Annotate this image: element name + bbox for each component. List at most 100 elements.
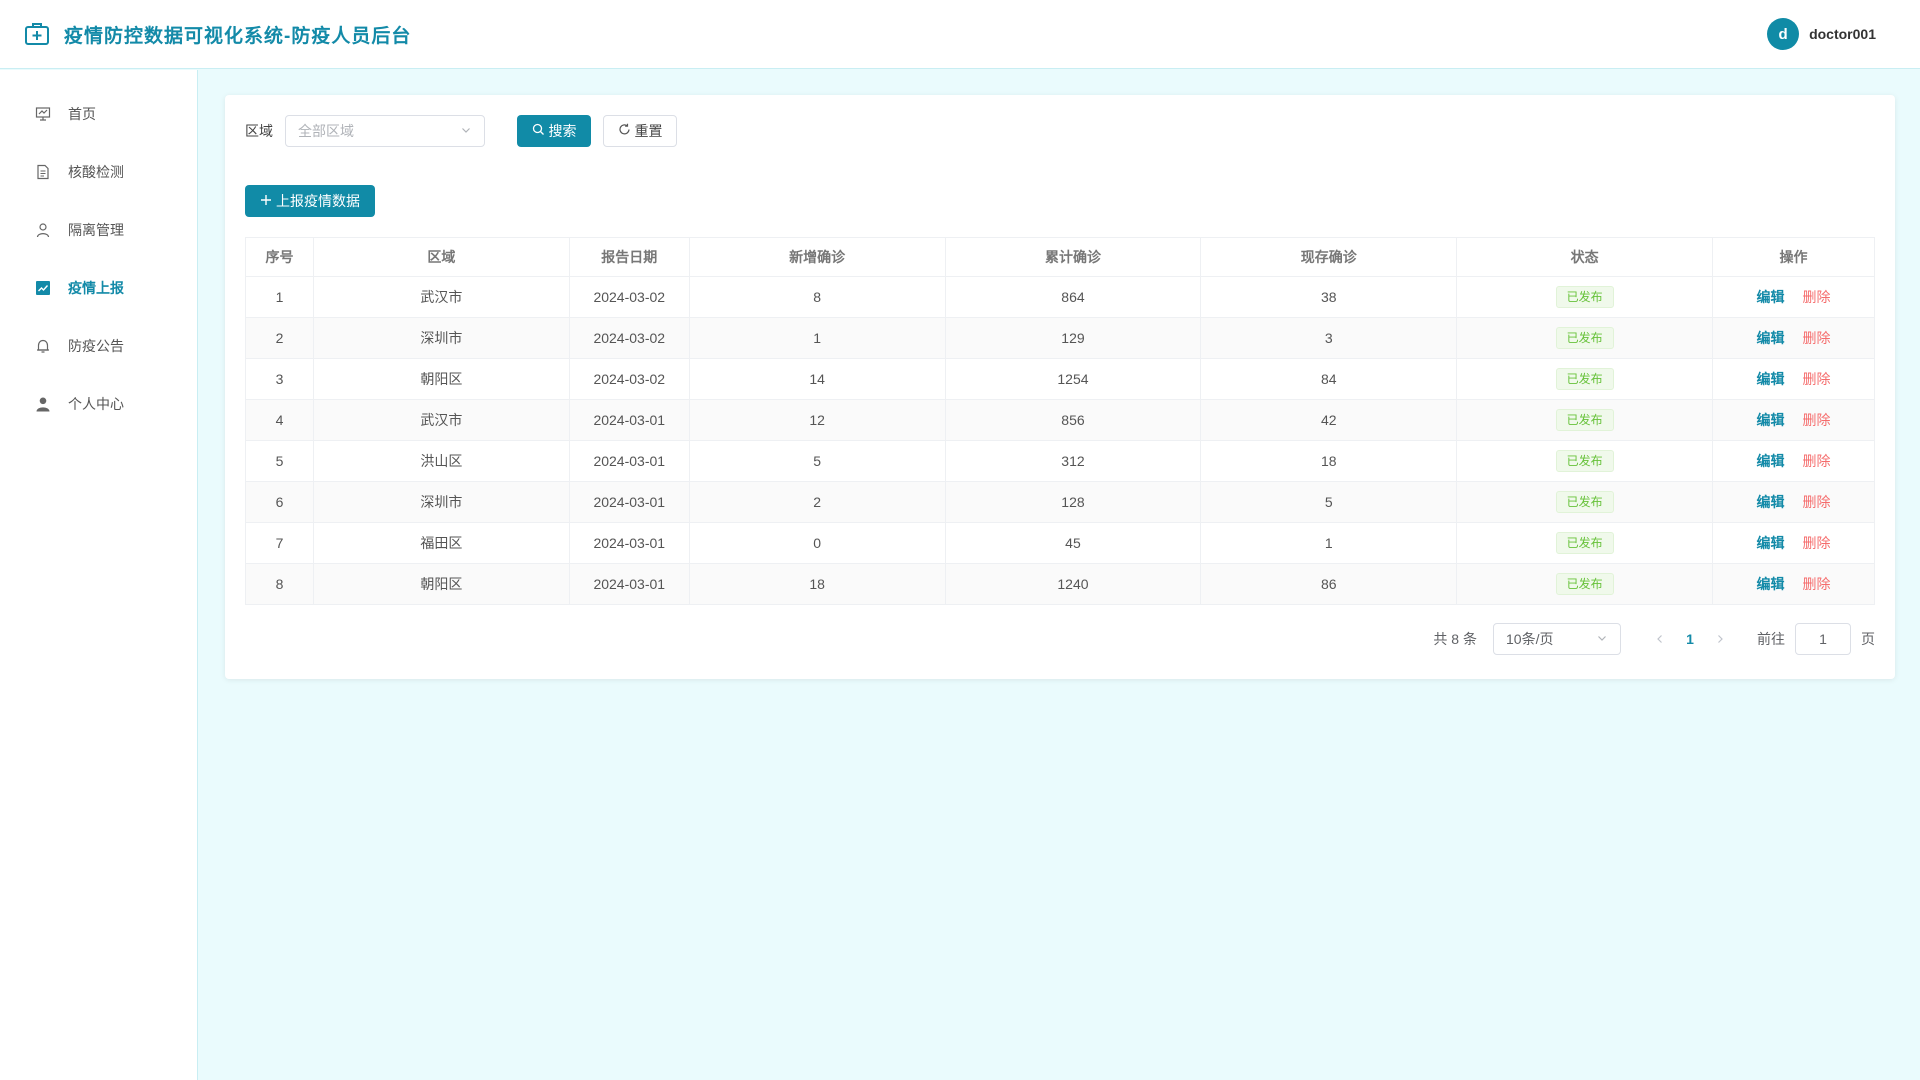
delete-button[interactable]: 删除	[1803, 412, 1831, 428]
pagination-total: 共 8 条	[1433, 631, 1477, 647]
goto-page-input[interactable]	[1795, 623, 1851, 655]
status-badge: 已发布	[1555, 286, 1614, 308]
delete-button[interactable]: 删除	[1803, 289, 1831, 305]
cell-date: 2024-03-01	[568, 563, 690, 605]
refresh-icon	[618, 123, 631, 139]
cell-index: 2	[245, 317, 314, 359]
cell-date: 2024-03-02	[568, 317, 690, 359]
username[interactable]: doctor001	[1809, 26, 1876, 42]
cell-total-cases: 128	[944, 481, 1202, 523]
sidebar-item-quarantine[interactable]: 隔离管理	[0, 201, 197, 259]
cell-region: 福田区	[312, 522, 570, 564]
column-header-index: 序号	[245, 237, 314, 277]
column-header-total-cases: 累计确诊	[944, 237, 1202, 277]
column-header-current-cases: 现存确诊	[1200, 237, 1458, 277]
delete-button[interactable]: 删除	[1803, 371, 1831, 387]
cell-status: 已发布	[1456, 522, 1714, 564]
column-header-status: 状态	[1456, 237, 1714, 277]
report-data-button[interactable]: 上报疫情数据	[245, 185, 375, 217]
cell-region: 洪山区	[312, 440, 570, 482]
edit-button[interactable]: 编辑	[1757, 576, 1785, 592]
cell-actions: 编辑 删除	[1712, 317, 1875, 359]
cell-actions: 编辑 删除	[1712, 440, 1875, 482]
page-number-current[interactable]: 1	[1675, 631, 1705, 647]
cell-new-cases: 5	[688, 440, 946, 482]
status-badge: 已发布	[1555, 450, 1614, 472]
sidebar-item-epidemic-report[interactable]: 疫情上报	[0, 259, 197, 317]
cell-new-cases: 8	[688, 276, 946, 318]
sidebar-item-home[interactable]: 首页	[0, 85, 197, 143]
chevron-left-icon	[1657, 635, 1662, 643]
cell-new-cases: 12	[688, 399, 946, 441]
sidebar-item-announcement[interactable]: 防疫公告	[0, 317, 197, 375]
cell-region: 武汉市	[312, 399, 570, 441]
cell-status: 已发布	[1456, 481, 1714, 523]
cell-new-cases: 1	[688, 317, 946, 359]
cell-region: 朝阳区	[312, 358, 570, 400]
report-data-button-label: 上报疫情数据	[276, 193, 360, 209]
cell-index: 8	[245, 563, 314, 605]
edit-button[interactable]: 编辑	[1757, 289, 1785, 305]
cell-index: 1	[245, 276, 314, 318]
search-button[interactable]: 搜索	[517, 115, 591, 147]
status-badge: 已发布	[1555, 491, 1614, 513]
cell-date: 2024-03-02	[568, 276, 690, 318]
bell-icon	[34, 337, 52, 355]
table-row: 2 深圳市 2024-03-02 1 129 3 已发布 编辑 删除	[245, 317, 1875, 359]
cell-current-cases: 84	[1200, 358, 1458, 400]
pagination: 共 8 条 10条/页 1 前往 页	[245, 623, 1875, 655]
sidebar-item-label: 疫情上报	[68, 280, 124, 296]
edit-button[interactable]: 编辑	[1757, 535, 1785, 551]
cell-status: 已发布	[1456, 358, 1714, 400]
table-row: 8 朝阳区 2024-03-01 18 1240 86 已发布 编辑 删除	[245, 563, 1875, 605]
delete-button[interactable]: 删除	[1803, 330, 1831, 346]
user-filled-icon	[34, 395, 52, 413]
next-page-button[interactable]	[1705, 631, 1735, 647]
cell-current-cases: 5	[1200, 481, 1458, 523]
cell-date: 2024-03-01	[568, 440, 690, 482]
cell-new-cases: 18	[688, 563, 946, 605]
status-badge: 已发布	[1555, 532, 1614, 554]
edit-button[interactable]: 编辑	[1757, 453, 1785, 469]
sidebar-item-profile[interactable]: 个人中心	[0, 375, 197, 433]
cell-region: 深圳市	[312, 481, 570, 523]
delete-button[interactable]: 删除	[1803, 494, 1831, 510]
cell-total-cases: 864	[944, 276, 1202, 318]
edit-button[interactable]: 编辑	[1757, 330, 1785, 346]
avatar[interactable]: d	[1767, 18, 1800, 50]
table-row: 3 朝阳区 2024-03-02 14 1254 84 已发布 编辑 删除	[245, 358, 1875, 400]
delete-button[interactable]: 删除	[1803, 576, 1831, 592]
edit-button[interactable]: 编辑	[1757, 371, 1785, 387]
page-size-value: 10条/页	[1506, 631, 1554, 647]
cell-current-cases: 38	[1200, 276, 1458, 318]
chevron-down-icon	[460, 123, 472, 139]
column-header-new-cases: 新增确诊	[688, 237, 946, 277]
table-row: 6 深圳市 2024-03-01 2 128 5 已发布 编辑 删除	[245, 481, 1875, 523]
goto-unit-label: 页	[1861, 631, 1875, 647]
cell-current-cases: 3	[1200, 317, 1458, 359]
sidebar-item-nucleic-test[interactable]: 核酸检测	[0, 143, 197, 201]
reset-button[interactable]: 重置	[603, 115, 677, 147]
user-icon	[34, 221, 52, 239]
cell-actions: 编辑 删除	[1712, 358, 1875, 400]
user-menu[interactable]: d doctor001	[1767, 18, 1896, 50]
delete-button[interactable]: 删除	[1803, 453, 1831, 469]
column-header-region: 区域	[312, 237, 570, 277]
prev-page-button[interactable]	[1645, 631, 1675, 647]
status-badge: 已发布	[1555, 368, 1614, 390]
cell-region: 武汉市	[312, 276, 570, 318]
edit-button[interactable]: 编辑	[1757, 494, 1785, 510]
page-size-select[interactable]: 10条/页	[1493, 623, 1621, 655]
report-card: 区域 全部区域 搜索 重置 上报疫情数据 序号 区域 报告日期 新增确诊 累计确…	[225, 95, 1895, 679]
cell-date: 2024-03-01	[568, 522, 690, 564]
delete-button[interactable]: 删除	[1803, 535, 1831, 551]
cell-status: 已发布	[1456, 563, 1714, 605]
top-header: 疫情防控数据可视化系统-防疫人员后台 d doctor001	[0, 0, 1920, 69]
status-badge: 已发布	[1555, 409, 1614, 431]
region-select[interactable]: 全部区域	[285, 115, 485, 147]
cell-date: 2024-03-02	[568, 358, 690, 400]
report-table: 序号 区域 报告日期 新增确诊 累计确诊 现存确诊 状态 操作 1 武汉市 2024…	[245, 237, 1875, 605]
cell-current-cases: 18	[1200, 440, 1458, 482]
column-header-actions: 操作	[1712, 237, 1875, 277]
edit-button[interactable]: 编辑	[1757, 412, 1785, 428]
